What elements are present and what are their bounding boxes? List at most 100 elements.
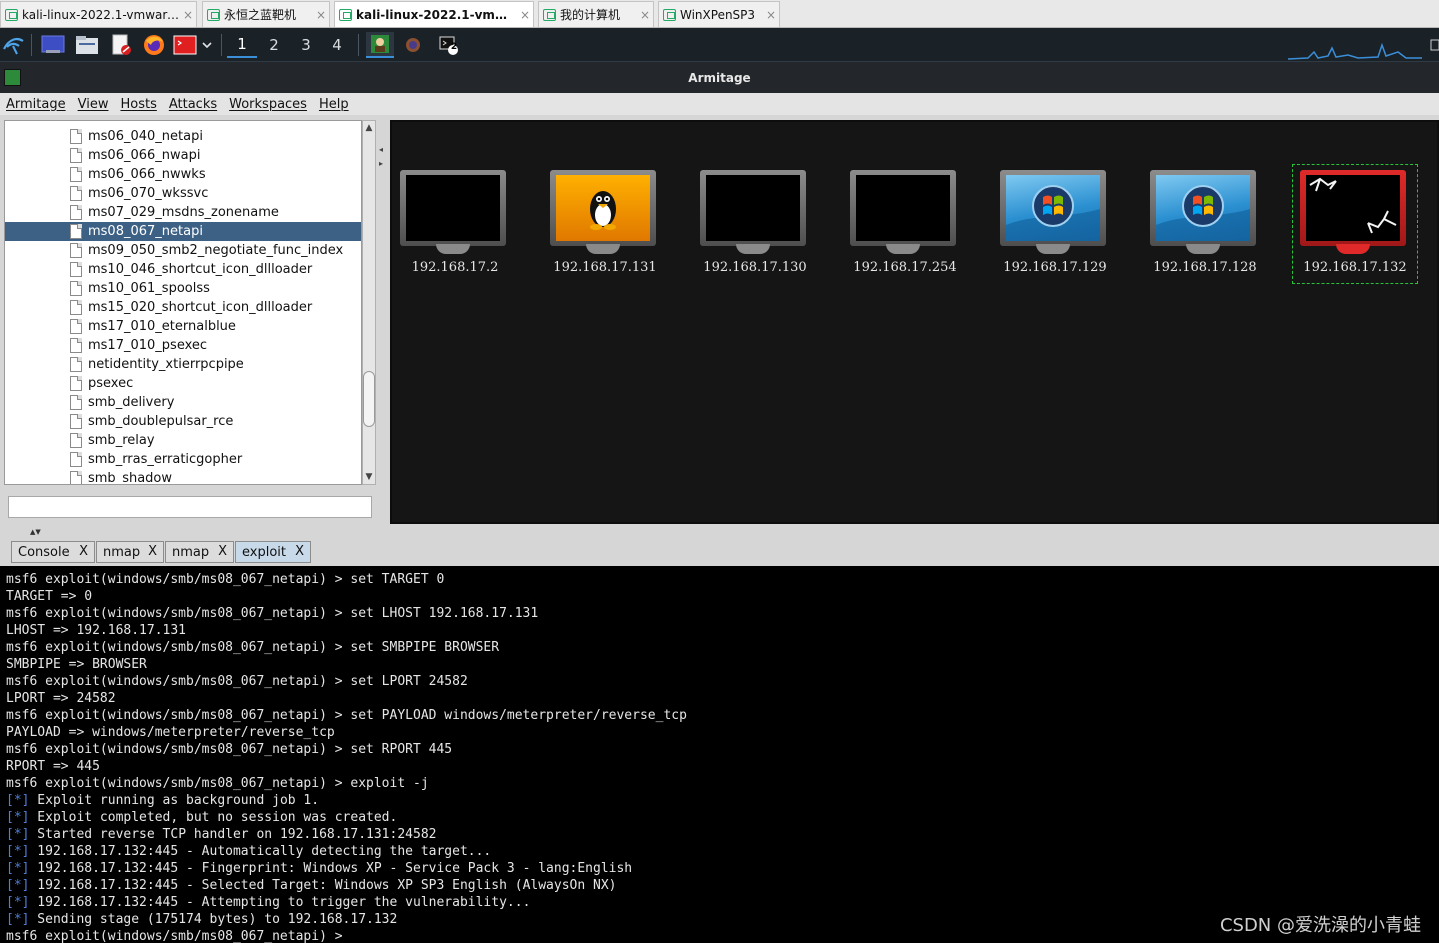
file-icon [70,376,82,391]
monitor-icon [400,170,506,246]
close-tab-icon[interactable]: X [148,544,157,559]
module-tree-item[interactable]: smb_doublepulsar_rce [5,412,361,431]
target-host[interactable]: 192.168.17.254 [842,164,968,284]
host-ip-label: 192.168.17.254 [853,260,957,275]
file-icon [70,129,82,144]
console-line: [*] Exploit completed, but no session wa… [6,809,1439,826]
module-name: ms06_040_netapi [88,129,203,144]
scrollbar-thumb[interactable] [363,371,375,427]
desktop-icon[interactable] [40,32,66,58]
menu-help[interactable]: Help [316,97,352,112]
module-name: ms17_010_psexec [88,338,208,353]
console-tab[interactable]: nmap X [165,541,234,563]
dropdown-icon[interactable] [198,32,216,58]
desktop-panel: 1234 2 [0,28,1439,62]
workspace-1-button[interactable]: 1 [227,32,257,58]
close-icon[interactable]: × [637,8,653,22]
module-tree-item[interactable]: smb_relay [5,431,361,450]
console-line: RPORT => 445 [6,758,1439,775]
console-text: msf6 exploit(windows/smb/ms08_067_netapi… [6,674,468,689]
vm-tab[interactable]: WinXPenSP3 × [658,1,780,27]
module-tree-item[interactable]: ms17_010_psexec [5,336,361,355]
module-tree-item[interactable]: psexec [5,374,361,393]
target-host[interactable]: 192.168.17.128 [1142,164,1268,284]
module-tree-item[interactable]: ms17_010_eternalblue [5,317,361,336]
file-manager-icon[interactable] [74,32,100,58]
module-tree-item[interactable]: ms09_050_smb2_negotiate_func_index [5,241,361,260]
module-search-input[interactable] [8,496,372,518]
file-icon [70,471,82,484]
menu-armitage[interactable]: Armitage [3,97,69,112]
target-host[interactable]: 192.168.17.130 [692,164,818,284]
text-editor-icon[interactable] [108,32,134,58]
module-tree-item[interactable]: ms06_070_wkssvc [5,184,361,203]
host-ip-label: 192.168.17.129 [1003,260,1107,275]
vm-tab[interactable]: 我的计算机 × [538,1,654,27]
scroll-up-arrow-icon[interactable]: ▲ [363,122,375,134]
console-tab[interactable]: exploit X [235,541,311,563]
target-host[interactable]: 192.168.17.132 [1292,164,1418,284]
target-host[interactable]: 192.168.17.129 [992,164,1118,284]
module-tree-item[interactable]: ms06_066_nwwks [5,165,361,184]
firefox-window-icon[interactable] [400,32,426,58]
module-tree-item[interactable]: ms06_040_netapi [5,127,361,146]
vm-tab[interactable]: kali-linux-2022.1-vmware-am...× [0,1,197,27]
module-tree-item[interactable]: ms06_066_nwapi [5,146,361,165]
screen [706,175,800,241]
menu-attacks[interactable]: Attacks [166,97,220,112]
module-tree-item[interactable]: smb_rras_erraticgopher [5,450,361,469]
module-tree-item[interactable]: smb_shadow [5,469,361,484]
scroll-down-arrow-icon[interactable]: ▼ [363,471,375,483]
module-tree-item[interactable]: ms10_046_shortcut_icon_dllloader [5,260,361,279]
module-tree-item[interactable]: smb_delivery [5,393,361,412]
vm-tab[interactable]: kali-linux-2022.1-vmware...× [334,1,534,27]
close-tab-icon[interactable]: X [295,544,304,559]
terminal-icon[interactable] [172,32,198,58]
workspace-4-button[interactable]: 4 [322,32,352,58]
monitor-icon [1000,170,1106,246]
module-name: ms06_066_nwwks [88,167,206,182]
menu-workspaces[interactable]: Workspaces [226,97,310,112]
firefox-icon[interactable] [141,32,167,58]
close-icon[interactable]: × [763,8,779,22]
console-tab[interactable]: Console X [11,541,95,563]
close-tab-icon[interactable]: X [218,544,227,559]
file-icon [70,452,82,467]
menu-hosts[interactable]: Hosts [117,97,159,112]
module-tree-item[interactable]: netidentity_xtierrpcpipe [5,355,361,374]
target-host[interactable]: 192.168.17.2 [392,164,518,284]
file-icon [70,433,82,448]
menu-view[interactable]: View [75,97,112,112]
monitor-icon [1300,170,1406,246]
vm-tab-label: 我的计算机 [560,8,621,22]
screen [1306,175,1400,241]
collapse-left-arrow-icon[interactable]: ◂ [379,145,387,155]
close-icon[interactable]: × [180,8,196,22]
split-arrows-icon[interactable]: ▲▼ [30,528,41,536]
file-icon [70,281,82,296]
close-icon[interactable]: × [313,8,329,22]
module-tree-item[interactable]: ms07_029_msdns_zonename [5,203,361,222]
console-line: LHOST => 192.168.17.131 [6,622,1439,639]
close-icon[interactable]: × [517,8,533,22]
monitor-stand [1036,244,1070,254]
vm-icon [339,8,352,21]
collapse-right-arrow-icon[interactable]: ▸ [379,159,387,169]
workspace-2-button[interactable]: 2 [259,32,289,58]
console-tab[interactable]: nmap X [96,541,164,563]
target-host[interactable]: 192.168.17.131 [542,164,668,284]
close-tab-icon[interactable]: X [79,544,88,559]
notification-icon[interactable] [1429,32,1439,58]
exploit-console[interactable]: msf6 exploit(windows/smb/ms08_067_netapi… [0,566,1439,943]
module-tree-item[interactable]: ms08_067_netapi [5,222,361,241]
kali-menu-icon[interactable] [0,32,26,58]
module-tree-item[interactable]: ms15_020_shortcut_icon_dllloader [5,298,361,317]
armitage-window-icon[interactable] [366,32,394,58]
vm-tab[interactable]: 永恒之蓝靶机 × [202,1,330,27]
terminal-window-icon[interactable]: 2 [436,32,462,58]
workspace-3-button[interactable]: 3 [291,32,321,58]
monitor-icon [850,170,956,246]
module-tree-scrollbar[interactable]: ▲ ▼ [362,120,376,485]
file-icon [70,148,82,163]
module-tree-item[interactable]: ms10_061_spoolss [5,279,361,298]
